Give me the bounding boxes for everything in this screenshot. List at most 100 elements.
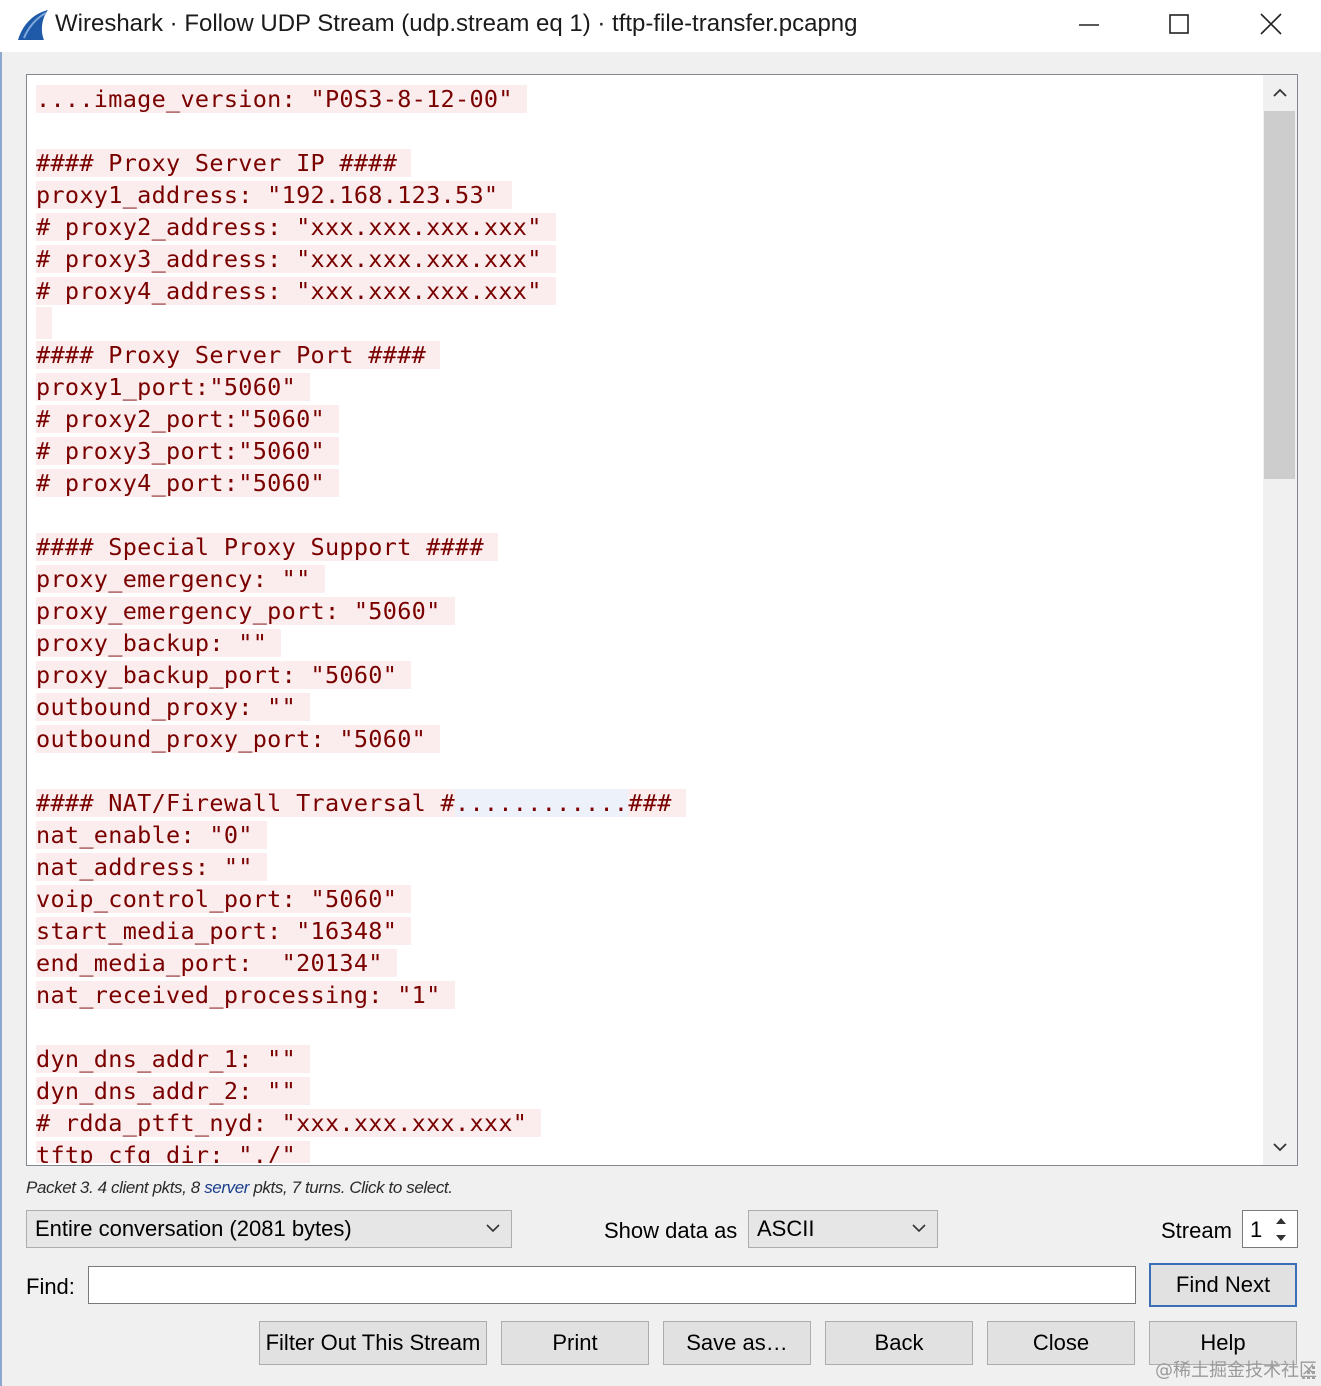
stream-line[interactable]: end_media_port: "20134" [36, 947, 1256, 979]
close-icon [1260, 13, 1282, 35]
stream-line[interactable]: dyn_dns_addr_2: "" [36, 1075, 1256, 1107]
print-button[interactable]: Print [501, 1321, 649, 1365]
stream-line-text: outbound_proxy: "" [36, 693, 311, 721]
find-input[interactable] [88, 1266, 1136, 1304]
close-window-button[interactable] [1226, 0, 1316, 48]
stream-line[interactable]: outbound_proxy: "" [36, 691, 1256, 723]
stream-line-text: start_media_port: "16348" [36, 917, 412, 945]
chevron-down-icon [486, 1224, 500, 1233]
stream-line-text: end_media_port: "20134" [36, 949, 397, 977]
nat-line-suffix: ### [628, 789, 672, 817]
title-bar: Wireshark · Follow UDP Stream (udp.strea… [0, 0, 1321, 52]
stream-line[interactable]: nat_address: "" [36, 851, 1256, 883]
stream-line[interactable]: proxy_emergency_port: "5060" [36, 595, 1256, 627]
packet-status-line[interactable]: Packet 3. 4 client pkts, 8 server pkts, … [26, 1178, 453, 1198]
save-as-button[interactable]: Save as… [663, 1321, 811, 1365]
stream-line[interactable]: #### Proxy Server IP #### [36, 147, 1256, 179]
minimize-icon [1079, 24, 1099, 26]
wireshark-fin-icon [18, 10, 48, 40]
conversation-select-value: Entire conversation (2081 bytes) [35, 1216, 352, 1241]
stream-line[interactable] [36, 307, 1256, 339]
stream-line-text: ....image_version: "P0S3-8-12-00" [36, 85, 527, 113]
stream-spinbox-value[interactable]: 1 [1250, 1217, 1262, 1243]
stream-content-area[interactable]: ....image_version: "P0S3-8-12-00" #### Pr… [26, 74, 1298, 1166]
stream-decrement-button[interactable] [1265, 1229, 1297, 1247]
window-title: Wireshark · Follow UDP Stream (udp.strea… [55, 10, 858, 37]
stream-line-text: # proxy3_port:"5060" [36, 437, 339, 465]
stream-line[interactable] [36, 1011, 1256, 1043]
stream-line[interactable]: # proxy4_address: "xxx.xxx.xxx.xxx" [36, 275, 1256, 307]
stream-line[interactable]: tftp_cfg_dir: "./" [36, 1139, 1256, 1163]
caret-up-icon [1276, 1217, 1286, 1224]
stream-line[interactable]: nat_received_processing: "1" [36, 979, 1256, 1011]
stream-spinbox[interactable]: 1 [1242, 1210, 1298, 1248]
stream-text[interactable]: ....image_version: "P0S3-8-12-00" #### Pr… [36, 83, 1256, 1163]
stream-line[interactable]: proxy1_address: "192.168.123.53" [36, 179, 1256, 211]
stream-line[interactable]: # proxy2_address: "xxx.xxx.xxx.xxx" [36, 211, 1256, 243]
stream-increment-button[interactable] [1265, 1211, 1297, 1229]
maximize-button[interactable] [1134, 0, 1224, 48]
scroll-up-button[interactable] [1263, 75, 1297, 111]
conversation-select[interactable]: Entire conversation (2081 bytes) [26, 1210, 512, 1248]
stream-line[interactable]: proxy_backup_port: "5060" [36, 659, 1256, 691]
chevron-up-icon [1273, 88, 1287, 97]
stream-line-text: #### Proxy Server Port #### [36, 341, 441, 369]
stream-line-text: nat_address: "" [36, 853, 267, 881]
minimize-button[interactable] [1044, 0, 1134, 48]
window-border [0, 52, 2, 1386]
stream-line-text: #### Special Proxy Support #### [36, 533, 498, 561]
stream-line[interactable]: #### NAT/Firewall Traversal #...........… [36, 787, 1256, 819]
filter-out-stream-button[interactable]: Filter Out This Stream [259, 1321, 487, 1365]
stream-line[interactable]: proxy_backup: "" [36, 627, 1256, 659]
stream-line[interactable]: # rdda_ptft_nyd: "xxx.xxx.xxx.xxx" [36, 1107, 1256, 1139]
stream-line[interactable]: dyn_dns_addr_1: "" [36, 1043, 1256, 1075]
stream-line[interactable]: # proxy2_port:"5060" [36, 403, 1256, 435]
stream-line-text: nat_received_processing: "1" [36, 981, 455, 1009]
stream-line-text: dyn_dns_addr_2: "" [36, 1077, 311, 1105]
scroll-down-button[interactable] [1263, 1129, 1297, 1165]
caret-down-icon [1276, 1234, 1286, 1241]
nat-line-prefix: #### NAT/Firewall Traversal # [36, 789, 455, 817]
stream-line-text: proxy1_address: "192.168.123.53" [36, 181, 513, 209]
stream-line[interactable] [36, 755, 1256, 787]
vertical-scrollbar[interactable] [1263, 75, 1297, 1165]
close-button[interactable]: Close [987, 1321, 1135, 1365]
stream-line[interactable]: start_media_port: "16348" [36, 915, 1256, 947]
stream-line-text: #### NAT/Firewall Traversal #...........… [36, 789, 686, 817]
stream-line[interactable]: # proxy3_port:"5060" [36, 435, 1256, 467]
stream-line-text: #### Proxy Server IP #### [36, 149, 412, 177]
show-data-as-select[interactable]: ASCII [748, 1210, 938, 1248]
resize-grip-icon[interactable] [1298, 1362, 1318, 1382]
stream-line[interactable]: # proxy3_address: "xxx.xxx.xxx.xxx" [36, 243, 1256, 275]
stream-line[interactable] [36, 499, 1256, 531]
stream-line-text: proxy_emergency: "" [36, 565, 325, 593]
chevron-down-icon [912, 1224, 926, 1233]
stream-line[interactable]: voip_control_port: "5060" [36, 883, 1256, 915]
stream-line[interactable]: outbound_proxy_port: "5060" [36, 723, 1256, 755]
stream-line[interactable]: proxy1_port:"5060" [36, 371, 1256, 403]
stream-line-text: # proxy2_port:"5060" [36, 405, 339, 433]
stream-line[interactable]: #### Proxy Server Port #### [36, 339, 1256, 371]
stream-line-blank [36, 307, 52, 339]
back-button[interactable]: Back [825, 1321, 973, 1365]
stream-line-text: # proxy3_address: "xxx.xxx.xxx.xxx" [36, 245, 556, 273]
stream-line-text: outbound_proxy_port: "5060" [36, 725, 441, 753]
scrollbar-thumb[interactable] [1264, 111, 1295, 479]
stream-line-text: # proxy4_port:"5060" [36, 469, 339, 497]
stream-line-text: # proxy2_address: "xxx.xxx.xxx.xxx" [36, 213, 556, 241]
stream-line[interactable]: #### Special Proxy Support #### [36, 531, 1256, 563]
watermark: @稀土掘金技术社区 [1155, 1360, 1317, 1381]
stream-line-text: proxy_backup_port: "5060" [36, 661, 412, 689]
chevron-down-icon [1273, 1143, 1287, 1152]
stream-label: Stream [1161, 1218, 1232, 1243]
stream-line-text: # proxy4_address: "xxx.xxx.xxx.xxx" [36, 277, 556, 305]
find-next-button[interactable]: Find Next [1149, 1263, 1297, 1307]
stream-line[interactable]: nat_enable: "0" [36, 819, 1256, 851]
stream-line-text: proxy1_port:"5060" [36, 373, 311, 401]
stream-line[interactable]: proxy_emergency: "" [36, 563, 1256, 595]
stream-line[interactable]: # proxy4_port:"5060" [36, 467, 1256, 499]
nat-line-dots: ............ [455, 789, 629, 817]
stream-line[interactable]: ....image_version: "P0S3-8-12-00" [36, 83, 1256, 115]
stream-line-text: voip_control_port: "5060" [36, 885, 412, 913]
stream-line[interactable] [36, 115, 1256, 147]
